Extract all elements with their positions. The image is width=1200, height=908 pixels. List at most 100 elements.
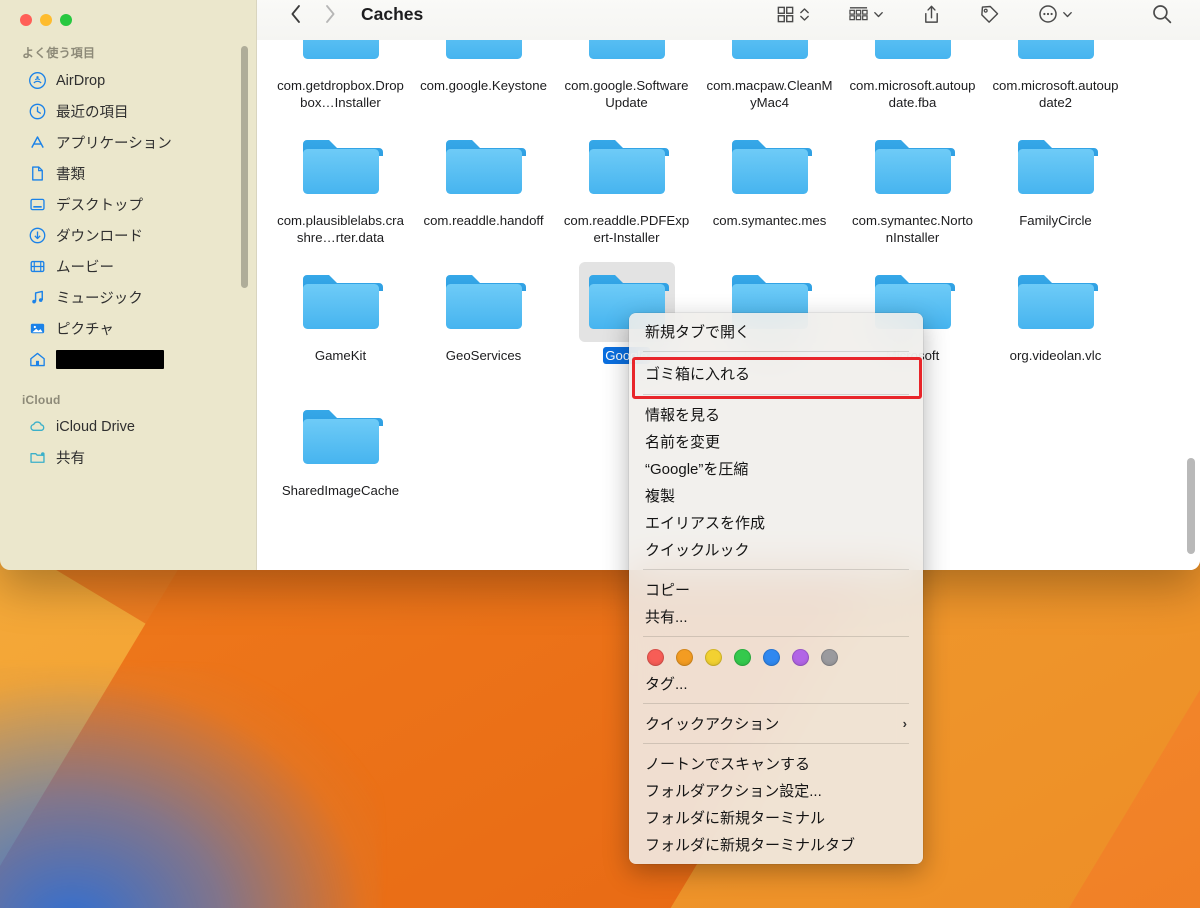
minimize-button[interactable] <box>40 14 52 26</box>
context-menu-item[interactable]: 新規タブで開く <box>629 318 923 345</box>
sidebar-group-icloud-label: iCloud <box>22 393 61 407</box>
tag-color-dot[interactable] <box>821 649 838 666</box>
file-item[interactable]: com.google.SoftwareUpdate <box>555 40 698 121</box>
file-item[interactable]: com.symantec.NortonInstaller <box>841 121 984 256</box>
sidebar-item-label: 共有 <box>56 451 85 467</box>
file-item[interactable]: com.microsoft.autoupdate2 <box>984 40 1127 121</box>
folder-icon <box>731 140 812 194</box>
folder-icon <box>302 40 379 59</box>
tag-icon <box>981 5 999 23</box>
sidebar-group-favorites-label: よく使う項目 <box>22 46 96 60</box>
sidebar-item-airdrop[interactable]: AirDrop <box>8 65 248 96</box>
sidebar-item-home[interactable] <box>8 344 248 375</box>
file-name-label: com.macpaw.CleanMyMac4 <box>706 78 833 110</box>
context-menu-item[interactable]: コピー <box>629 576 923 603</box>
context-menu-item-label: フォルダアクション設定... <box>645 783 822 800</box>
icon-view-grid-icon <box>777 6 794 22</box>
tag-color-dot[interactable] <box>647 649 664 666</box>
sidebar-item-label: AirDrop <box>56 72 106 89</box>
folder-icon-box <box>293 127 389 207</box>
content-scrollbar[interactable] <box>1187 458 1195 554</box>
tag-color-dot[interactable] <box>792 649 809 666</box>
context-menu: 新規タブで開く ゴミ箱に入れる情報を見る 名前を変更 “Google”を圧縮 複製 エイリ… <box>629 313 923 864</box>
tag-color-dot[interactable] <box>763 649 780 666</box>
context-menu-item[interactable]: フォルダアクション設定... <box>629 777 923 804</box>
context-menu-item[interactable]: フォルダに新規ターミナル <box>629 804 923 831</box>
context-menu-item[interactable]: タグ... <box>629 670 923 697</box>
file-item[interactable]: com.macpaw.CleanMyMac4 <box>698 40 841 121</box>
group-by-button[interactable] <box>839 0 893 30</box>
file-item[interactable]: com.plausiblelabs.crashre…rter.data <box>269 121 412 256</box>
sidebar-scrollbar[interactable] <box>241 46 248 288</box>
applications-icon <box>31 136 44 148</box>
sidebar-item-label: ダウンロード <box>56 229 143 245</box>
file-item[interactable]: FamilyCircle <box>984 121 1127 256</box>
chevron-left-icon <box>291 5 300 23</box>
search-button[interactable] <box>1142 0 1182 30</box>
file-item[interactable]: org.videolan.vlc <box>984 256 1127 391</box>
context-menu-item[interactable]: 情報を見る <box>629 401 923 428</box>
file-name-label: com.readdle.PDFExpert-Installer <box>563 213 690 245</box>
context-menu-separator <box>643 351 909 352</box>
sidebar-item-downloads[interactable]: ダウンロード <box>8 220 248 251</box>
sidebar-item-pictures[interactable]: ピクチャ <box>8 313 248 344</box>
file-item[interactable]: com.readdle.handoff <box>412 121 555 256</box>
context-menu-item-move-to-trash[interactable]: ゴミ箱に入れる <box>629 358 923 388</box>
folder-icon-box <box>436 262 532 342</box>
back-button[interactable] <box>279 0 313 31</box>
file-name-label: GeoServices <box>445 348 522 363</box>
context-menu-item[interactable]: フォルダに新規ターミナルタブ <box>629 831 923 858</box>
chevron-down-icon <box>874 11 883 17</box>
close-button[interactable] <box>20 14 32 26</box>
tag-color-dot[interactable] <box>705 649 722 666</box>
sidebar-item-documents[interactable]: 書類 <box>8 158 248 189</box>
tag-button[interactable] <box>970 0 1009 30</box>
context-menu-item-label: コピー <box>645 582 691 599</box>
sidebar-item-label: アプリケーション <box>56 136 172 152</box>
clock-icon <box>29 103 46 120</box>
context-menu-item[interactable]: 複製 <box>629 482 923 509</box>
folder-icon-box <box>1008 40 1104 72</box>
context-menu-tag-colors <box>629 643 923 670</box>
context-menu-item-label: ゴミ箱に入れる <box>645 365 751 383</box>
sidebar-item-desktop[interactable]: デスクトップ <box>8 189 248 220</box>
tag-color-dot[interactable] <box>676 649 693 666</box>
sidebar-item-applications[interactable]: アプリケーション <box>8 127 248 158</box>
music-icon <box>32 290 43 304</box>
sidebar-item-icloud-drive[interactable]: iCloud Drive <box>8 411 248 442</box>
sidebar-item-movies[interactable]: ムービー <box>8 251 248 282</box>
file-name-label: com.symantec.mes <box>712 213 827 228</box>
file-item[interactable]: SharedImageCache <box>269 391 412 526</box>
context-menu-item[interactable]: クイックルック <box>629 536 923 563</box>
file-item[interactable]: com.readdle.PDFExpert-Installer <box>555 121 698 256</box>
file-item[interactable]: GameKit <box>269 256 412 391</box>
view-options-button[interactable] <box>767 0 819 30</box>
tag-color-dot[interactable] <box>734 649 751 666</box>
sidebar-item-music[interactable]: ミュージック <box>8 282 248 313</box>
file-item[interactable]: com.microsoft.autoupdate.fba <box>841 40 984 121</box>
context-menu-item-label: 新規タブで開く <box>645 324 751 341</box>
context-menu-item[interactable]: エイリアスを作成 <box>629 509 923 536</box>
icloud-icon <box>30 421 45 431</box>
zoom-button[interactable] <box>60 14 72 26</box>
folder-icon <box>874 40 951 59</box>
file-item[interactable]: com.getdropbox.Dropbox…Installer <box>269 40 412 121</box>
folder-icon <box>874 140 955 194</box>
file-item[interactable]: GeoServices <box>412 256 555 391</box>
document-icon <box>32 166 43 181</box>
file-item[interactable]: com.google.Keystone <box>412 40 555 121</box>
forward-button[interactable] <box>313 0 347 31</box>
more-actions-button[interactable] <box>1029 0 1082 30</box>
context-menu-separator <box>643 703 909 704</box>
share-button[interactable] <box>913 0 950 30</box>
context-menu-item[interactable]: 共有... <box>629 603 923 630</box>
sidebar-item-shared[interactable]: 共有 <box>8 442 248 473</box>
folder-icon-box <box>436 127 532 207</box>
context-menu-item[interactable]: クイックアクション › <box>629 710 923 737</box>
context-menu-item[interactable]: ノートンでスキャンする <box>629 750 923 777</box>
context-menu-item[interactable]: “Google”を圧縮 <box>629 455 923 482</box>
sidebar-item-recents[interactable]: 最近の項目 <box>8 96 248 127</box>
context-menu-item[interactable]: 名前を変更 <box>629 428 923 455</box>
file-item[interactable]: com.symantec.mes <box>698 121 841 256</box>
folder-icon <box>1017 140 1098 194</box>
